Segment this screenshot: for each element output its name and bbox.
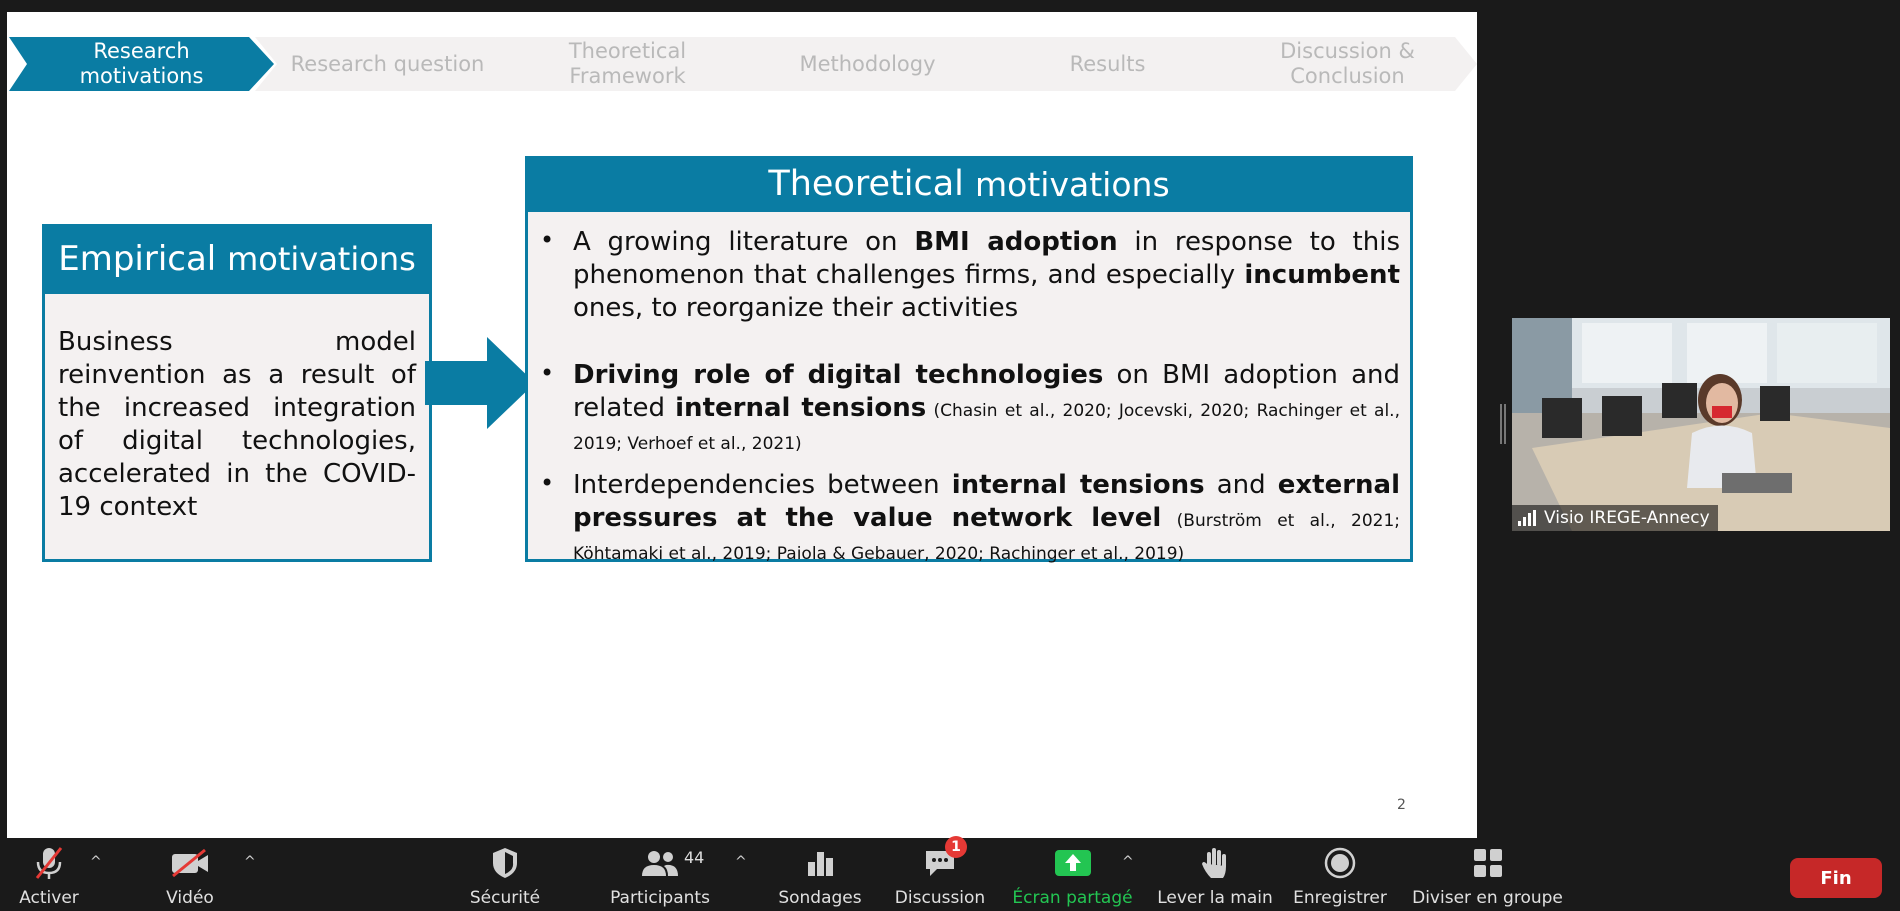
- step-theoretical-framework: Theoretical Framework: [495, 37, 760, 91]
- share-screen-label: Écran partagé: [1012, 888, 1133, 908]
- record-label: Enregistrer: [1293, 888, 1387, 908]
- bullet-text: Interdependencies between: [573, 470, 952, 500]
- meeting-toolbar: Activer ^ Vidéo ^ Sécurité 44 Participan…: [0, 836, 1900, 911]
- security-button[interactable]: Sécurité: [460, 838, 550, 911]
- title-word: motivations: [227, 240, 416, 278]
- step-label: Results: [1069, 51, 1146, 76]
- step-label: Research: [93, 39, 190, 63]
- bullet-bold-text: BMI adoption: [914, 227, 1118, 257]
- bullet-text: ones, to reorganize their activities: [573, 293, 1019, 323]
- bullet-text: A growing literature on: [573, 227, 915, 257]
- raised-hand-icon: [1201, 842, 1229, 884]
- record-icon: [1324, 842, 1356, 884]
- breakout-rooms-label: Diviser en groupe: [1412, 888, 1563, 908]
- zoom-meeting-window: Research motivations Research question Th…: [0, 0, 1900, 911]
- polls-label: Sondages: [778, 888, 862, 908]
- breakout-grid-icon: [1472, 842, 1504, 884]
- microphone-muted-icon: [34, 842, 64, 884]
- bar-chart-icon: [805, 842, 835, 884]
- raise-hand-button[interactable]: Lever la main: [1155, 838, 1275, 911]
- bullet-item: • Interdependencies between internal ten…: [540, 469, 1400, 568]
- video-options-chevron-icon[interactable]: ^: [244, 854, 258, 870]
- signal-strength-icon: [1518, 510, 1536, 526]
- video-label: Vidéo: [166, 888, 214, 908]
- title-word: Empirical: [58, 239, 217, 279]
- chat-bubble-icon: 1: [923, 836, 967, 884]
- bullet-item: • A growing literature on BMI adoption i…: [540, 226, 1400, 325]
- bullet-bold-text: internal tensions: [675, 393, 927, 423]
- end-meeting-button[interactable]: Fin: [1790, 858, 1882, 898]
- polls-button[interactable]: Sondages: [775, 838, 865, 911]
- step-label: Discussion &: [1280, 39, 1415, 63]
- theoretical-motivations-title: Theoretical motivations: [525, 156, 1413, 212]
- chat-label: Discussion: [894, 888, 986, 908]
- step-discussion-conclusion: Discussion & Conclusion: [1215, 37, 1477, 91]
- chat-unread-badge: 1: [945, 836, 967, 858]
- bullet-text: and: [1204, 470, 1278, 500]
- participant-name-label: Visio IREGE-Annecy: [1512, 505, 1718, 531]
- shield-icon: [490, 842, 520, 884]
- step-results: Results: [975, 37, 1240, 91]
- step-label: Conclusion: [1290, 64, 1405, 88]
- chat-button[interactable]: 1 Discussion: [890, 836, 990, 911]
- title-word: motivations: [975, 164, 1170, 204]
- shared-slide: Research motivations Research question Th…: [7, 12, 1477, 838]
- theoretical-motivations-box: • A growing literature on BMI adoption i…: [525, 212, 1413, 564]
- step-research-motivations: Research motivations: [9, 37, 274, 91]
- panel-resize-handle[interactable]: [1500, 404, 1506, 444]
- bullet-item: • Driving role of digital technologies o…: [540, 359, 1400, 458]
- participants-icon: 44: [640, 842, 704, 884]
- bullet-bold-text: incumbent: [1244, 260, 1400, 290]
- step-label: Research question: [290, 51, 485, 76]
- right-arrow-icon: [425, 337, 535, 429]
- participant-video-tile[interactable]: Visio IREGE-Annecy: [1512, 318, 1890, 531]
- security-label: Sécurité: [469, 888, 541, 908]
- slide-page-number: 2: [1397, 797, 1406, 813]
- share-screen-button[interactable]: Écran partagé: [1010, 838, 1135, 911]
- mute-label: Activer: [19, 888, 79, 908]
- bullet-dot: •: [540, 469, 555, 497]
- title-word: Theoretical: [768, 164, 964, 204]
- empirical-motivations-box: Business model reinvention as a result o…: [42, 294, 432, 562]
- video-button[interactable]: Vidéo: [155, 838, 225, 911]
- bullet-bold-text: Driving role of digital technologies: [573, 360, 1104, 390]
- bullet-dot: •: [540, 226, 555, 254]
- participants-label: Participants: [610, 888, 710, 908]
- step-label: Methodology: [799, 51, 936, 76]
- bullet-dot: •: [540, 359, 555, 387]
- mute-button[interactable]: Activer: [14, 838, 84, 911]
- step-label: Framework: [569, 64, 686, 88]
- step-label: motivations: [79, 64, 204, 88]
- share-screen-up-arrow-icon: [1054, 842, 1091, 884]
- bullet-bold-text: internal tensions: [951, 470, 1205, 500]
- participants-options-chevron-icon[interactable]: ^: [735, 854, 749, 870]
- step-research-question: Research question: [255, 37, 520, 91]
- empirical-motivations-title: Empirical motivations: [42, 224, 432, 294]
- empirical-motivations-text: Business model reinvention as a result o…: [58, 327, 416, 522]
- video-feed-image: [1512, 318, 1890, 531]
- step-label: Theoretical: [568, 39, 687, 63]
- record-button[interactable]: Enregistrer: [1290, 838, 1390, 911]
- step-methodology: Methodology: [735, 37, 1000, 91]
- participant-name: Visio IREGE-Annecy: [1544, 508, 1710, 528]
- breakout-rooms-button[interactable]: Diviser en groupe: [1410, 838, 1565, 911]
- participants-count: 44: [684, 848, 705, 867]
- participants-button[interactable]: 44 Participants: [610, 838, 710, 911]
- raise-hand-label: Lever la main: [1157, 888, 1273, 908]
- video-off-icon: [170, 842, 210, 884]
- audio-options-chevron-icon[interactable]: ^: [90, 854, 104, 870]
- share-options-chevron-icon[interactable]: ^: [1122, 854, 1136, 870]
